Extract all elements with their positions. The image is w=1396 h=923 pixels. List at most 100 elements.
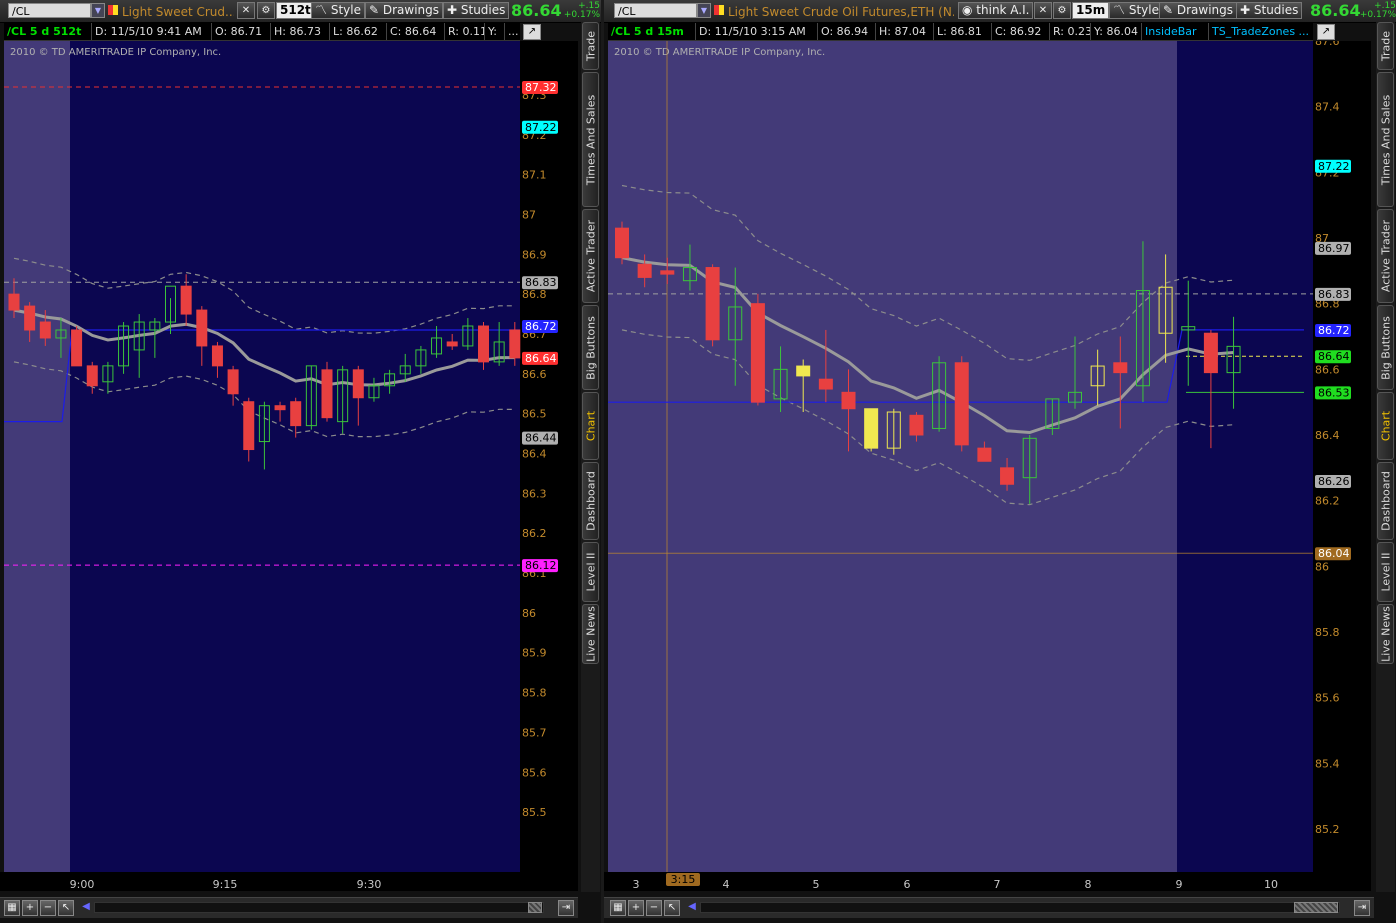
side-tab-active-trader[interactable]: Active Trader — [1377, 209, 1394, 303]
candle-body[interactable] — [446, 341, 458, 347]
candle-body[interactable] — [954, 362, 969, 446]
side-tab-level-ii[interactable]: Level II — [582, 542, 599, 602]
left-scrollbar-track[interactable] — [94, 902, 544, 913]
left-symbol-input[interactable]: /CL — [8, 3, 91, 18]
right-info-study-tradezones[interactable]: TS_TradeZones ... — [1209, 23, 1313, 40]
candle-body[interactable] — [615, 227, 629, 259]
candle-body[interactable] — [660, 270, 675, 275]
candle-body[interactable] — [196, 309, 208, 347]
left-scroll-left-icon[interactable]: ◀ — [78, 900, 94, 916]
side-tab-big-buttons[interactable]: Big Buttons — [1377, 305, 1394, 390]
candle-body[interactable] — [637, 263, 652, 278]
right-zoom-out-icon[interactable]: − — [646, 900, 662, 916]
candle-body[interactable] — [352, 369, 364, 399]
side-tab-big-buttons[interactable]: Big Buttons — [582, 305, 599, 390]
candle-body[interactable] — [227, 369, 239, 395]
right-link-color-icon[interactable] — [714, 5, 724, 15]
right-price-chart[interactable]: 2010 © TD AMERITRADE IP Company, Inc. 87.… — [604, 41, 1374, 891]
candle-body[interactable] — [796, 365, 811, 377]
candle-body[interactable] — [1203, 332, 1218, 374]
side-tab-trade[interactable]: Trade — [1377, 22, 1394, 70]
side-tab-level-ii[interactable]: Level II — [1377, 542, 1394, 602]
side-tab-times-and-sales[interactable]: Times And Sales — [1377, 72, 1394, 207]
left-drawings-button[interactable]: ✎ Drawings — [365, 2, 444, 19]
right-drawings-button[interactable]: ✎ Drawings — [1159, 2, 1238, 19]
right-fit-icon[interactable]: ▦ — [610, 900, 626, 916]
right-scroll-end-icon[interactable]: ⇥ — [1354, 900, 1370, 916]
left-info-more[interactable]: ... — [505, 23, 520, 40]
candle-body[interactable] — [509, 329, 521, 359]
right-thinkai-button[interactable]: ◉ think A.I. — [958, 2, 1034, 19]
candle-body[interactable] — [864, 408, 879, 449]
side-tab-trade[interactable]: Trade — [582, 22, 599, 70]
candle-body[interactable] — [977, 447, 992, 462]
candle-body[interactable] — [211, 345, 223, 367]
right-zoom-in-icon[interactable]: + — [628, 900, 644, 916]
candle-body[interactable] — [1000, 467, 1015, 485]
left-style-button[interactable]: 〽 Style — [311, 2, 365, 19]
right-symbol-input[interactable]: /CL — [614, 3, 697, 18]
candle-body[interactable] — [818, 378, 833, 390]
left-studies-button[interactable]: ✚ Studies — [443, 2, 510, 19]
left-scrollbar-thumb[interactable] — [528, 902, 542, 913]
left-zoom-in-icon[interactable]: + — [22, 900, 38, 916]
candle-body[interactable] — [8, 293, 20, 311]
left-pointer-icon[interactable]: ↖ — [58, 900, 74, 916]
right-info-study-insidebar[interactable]: InsideBar — [1142, 23, 1209, 40]
candle-body[interactable] — [841, 391, 856, 410]
candle-body[interactable] — [180, 285, 192, 315]
left-link-color-icon[interactable] — [108, 5, 118, 15]
candle-body[interactable] — [243, 401, 255, 451]
time-tick-label: 7 — [994, 878, 1001, 891]
side-tab-chart[interactable]: Chart — [1377, 392, 1394, 460]
side-tab-label: Active Trader — [1379, 219, 1392, 293]
right-aggregation-button[interactable]: 15m — [1072, 2, 1110, 19]
candle-body[interactable] — [71, 329, 83, 367]
candle-body[interactable] — [39, 321, 51, 339]
right-style-button[interactable]: 〽 Style — [1109, 2, 1163, 19]
right-scrollbar-thumb[interactable] — [1294, 902, 1338, 913]
right-chart-expand-icon[interactable]: ↗ — [1317, 24, 1335, 40]
candle-body[interactable] — [705, 267, 720, 341]
candle-body[interactable] — [24, 305, 36, 331]
price-label-text: 86.72 — [525, 320, 557, 333]
right-info-low: L: 86.81 — [934, 23, 992, 40]
right-settings-icon[interactable]: ⚙ — [1053, 2, 1071, 19]
left-price-chart[interactable]: 2010 © TD AMERITRADE IP Company, Inc. 87.… — [0, 41, 578, 891]
candle-body[interactable] — [290, 401, 302, 427]
candle-body[interactable] — [86, 365, 98, 387]
right-price-change: +.15 +0.17% — [1359, 1, 1396, 20]
side-tab-live-news[interactable]: Live News — [582, 604, 599, 664]
candle-body[interactable] — [321, 369, 333, 419]
left-zoom-out-icon[interactable]: − — [40, 900, 56, 916]
left-last-price: 86.64 — [511, 1, 562, 20]
candle-body[interactable] — [1113, 362, 1128, 374]
side-tab-dashboard[interactable]: Dashboard — [1377, 462, 1394, 540]
time-tick-label: 5 — [813, 878, 820, 891]
right-scroll-left-icon[interactable]: ◀ — [684, 900, 700, 916]
left-scroll-end-icon[interactable]: ⇥ — [558, 900, 574, 916]
left-crosshair-icon[interactable]: ✕ — [237, 2, 255, 19]
candle-body[interactable] — [478, 325, 489, 363]
candle-body[interactable] — [750, 303, 765, 403]
right-bottom-bar: ▦ + − ↖ ◀ ⇥ — [604, 897, 1374, 918]
left-symbol-dropdown-icon[interactable]: ▼ — [91, 3, 105, 18]
candle-body[interactable] — [909, 414, 924, 436]
side-tab-dashboard[interactable]: Dashboard — [582, 462, 599, 540]
left-settings-icon[interactable]: ⚙ — [257, 2, 275, 19]
left-chart-expand-icon[interactable]: ↗ — [523, 24, 541, 40]
side-tab-chart[interactable]: Chart — [582, 392, 599, 460]
side-tab-active-trader[interactable]: Active Trader — [582, 209, 599, 303]
side-tab-live-news[interactable]: Live News — [1377, 604, 1394, 664]
time-tick-label: 9:15 — [213, 878, 238, 891]
price-tick-label: 87.6 — [1315, 41, 1340, 48]
right-symbol-dropdown-icon[interactable]: ▼ — [697, 3, 711, 18]
right-pointer-icon[interactable]: ↖ — [664, 900, 680, 916]
right-scrollbar-track[interactable] — [700, 902, 1340, 913]
side-tab-times-and-sales[interactable]: Times And Sales — [582, 72, 599, 207]
right-crosshair-icon[interactable]: ✕ — [1034, 2, 1052, 19]
left-fit-icon[interactable]: ▦ — [4, 900, 20, 916]
right-info-open: O: 86.94 — [818, 23, 876, 40]
right-studies-button[interactable]: ✚ Studies — [1236, 2, 1303, 19]
candle-body[interactable] — [274, 405, 286, 411]
